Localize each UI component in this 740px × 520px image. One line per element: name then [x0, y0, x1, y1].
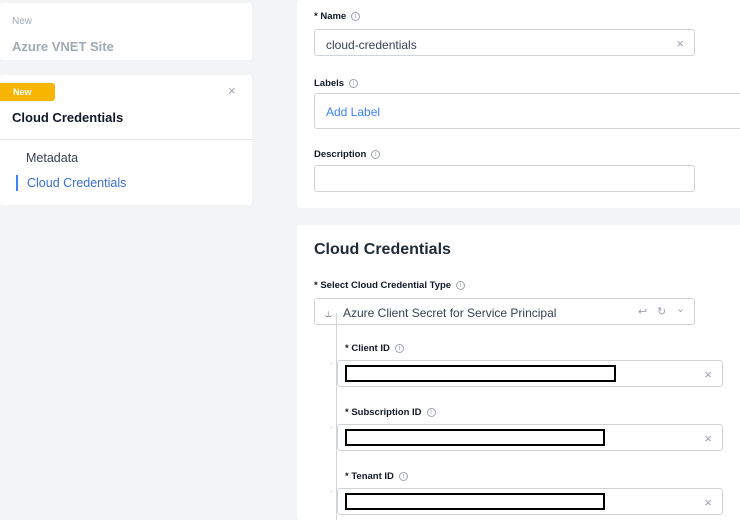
clear-icon[interactable]: × [704, 367, 712, 382]
close-icon[interactable]: × [228, 83, 236, 98]
description-label: Description i [314, 149, 381, 160]
clear-icon[interactable]: × [704, 431, 712, 446]
nav-item-metadata[interactable]: Metadata [26, 151, 78, 165]
info-icon[interactable]: i [394, 344, 404, 353]
metadata-panel: * Name i cloud-credentials × Labels i Add … [297, 0, 740, 208]
tenant-id-label: * Tenant ID i [345, 471, 408, 482]
azure-vnet-site-title: Azure VNET Site [12, 39, 114, 54]
name-label: * Name i [314, 11, 361, 22]
merge-icon: ⥿ [325, 306, 332, 320]
divider [0, 139, 252, 140]
subscription-id-input[interactable]: * × [330, 424, 723, 451]
required-marker: * [330, 490, 333, 497]
undo-icon[interactable]: ↩ [638, 305, 647, 318]
new-badge: New [0, 83, 55, 101]
labels-label: Labels i [314, 78, 359, 89]
labels-input[interactable]: Add Label [314, 93, 740, 129]
cloud-credentials-title: Cloud Credentials [12, 110, 124, 125]
redacted-value [345, 493, 605, 510]
info-icon[interactable]: i [456, 281, 466, 290]
required-marker: * [330, 362, 333, 369]
refresh-icon[interactable]: ↻ [657, 305, 666, 318]
redacted-value [345, 365, 616, 382]
new-label: New [12, 16, 33, 27]
client-id-label: * Client ID i [345, 343, 404, 354]
chevron-down-icon[interactable]: ⌄ [676, 302, 685, 315]
sidebar-card-cloud-credentials: New × Cloud Credentials Metadata Cloud C… [0, 75, 252, 205]
name-value: cloud-credentials [326, 38, 417, 52]
cloud-credentials-panel: Cloud Credentials * Select Cloud Credent… [297, 225, 740, 520]
credential-type-label: * Select Cloud Credential Type i [314, 280, 466, 291]
credential-type-select[interactable]: ⥿ Azure Client Secret for Service Princi… [314, 298, 695, 325]
info-icon[interactable]: i [349, 79, 359, 88]
clear-icon[interactable]: × [676, 36, 684, 51]
info-icon[interactable]: i [398, 472, 408, 481]
required-marker: * [330, 426, 333, 433]
client-id-input[interactable]: * × [330, 360, 723, 387]
info-icon[interactable]: i [351, 12, 361, 21]
add-label-placeholder: Add Label [326, 105, 381, 119]
credential-type-value: Azure Client Secret for Service Principa… [343, 306, 557, 320]
sidebar-card-azure-vnet-site[interactable]: New Azure VNET Site [0, 3, 252, 60]
subscription-id-label: * Subscription ID i [345, 407, 436, 418]
clear-icon[interactable]: × [704, 495, 712, 510]
info-icon[interactable]: i [426, 408, 436, 417]
info-icon[interactable]: i [371, 150, 381, 159]
name-input[interactable]: cloud-credentials × [314, 29, 695, 56]
tenant-id-input[interactable]: * × [330, 488, 723, 515]
section-title: Cloud Credentials [314, 241, 451, 258]
description-input[interactable] [314, 165, 695, 192]
nav-item-cloud-credentials[interactable]: Cloud Credentials [16, 175, 126, 191]
redacted-value [345, 429, 605, 446]
